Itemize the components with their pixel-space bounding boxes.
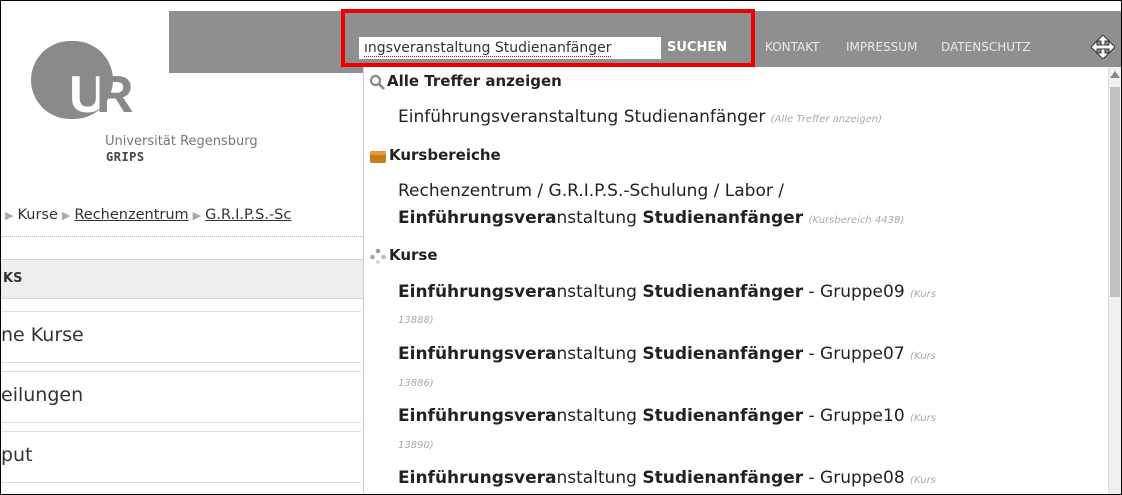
section-courses: Kurse	[369, 246, 438, 264]
result-note-cont: 13886)	[398, 378, 434, 389]
course-icon	[370, 248, 386, 264]
breadcrumb-item-grips[interactable]: G.R.I.P.S.-Sc	[205, 207, 291, 223]
nav-item-label: eilungen	[1, 384, 84, 406]
breadcrumb-item-rechenzentrum[interactable]: Rechenzentrum	[74, 207, 188, 223]
folder-icon	[370, 150, 386, 163]
category-path[interactable]: Rechenzentrum / G.R.I.P.S.-Schulung / La…	[398, 181, 784, 201]
section-title: Kursbereiche	[389, 146, 501, 164]
breadcrumb-divider	[1, 236, 367, 237]
section-categories: Kursbereiche	[369, 146, 501, 164]
breadcrumb-separator: ▶	[192, 209, 202, 222]
result-note: (Kurs	[910, 475, 936, 486]
page-frame: U R Universität Regensburg GRIPS ▶ Kurse ▶…	[0, 0, 1122, 495]
result-suffix: - Gruppe09	[803, 282, 911, 302]
topnav-link-impressum[interactable]: IMPRESSUM	[846, 40, 917, 54]
result-text: nstaltung	[556, 406, 643, 426]
breadcrumb-separator: ▶	[5, 209, 14, 222]
result-suffix: - Gruppe07	[803, 344, 911, 364]
nav-item-announcements[interactable]: eilungen	[1, 371, 361, 423]
product-name: GRIPS	[106, 150, 145, 164]
result-course[interactable]: Einführungsveranstaltung Studienanfänger…	[398, 406, 936, 426]
result-match: Studienanfänger	[642, 344, 804, 364]
breadcrumb-item-kurse[interactable]: Kurse	[17, 207, 57, 223]
result-match: Studienanfänger	[642, 406, 804, 426]
result-category[interactable]: Einführungsveranstaltung Studienanfänger…	[398, 208, 904, 228]
result-note: (Kurs	[910, 351, 936, 362]
scrollbar-thumb[interactable]	[1110, 87, 1120, 297]
result-course[interactable]: Einführungsveranstaltung Studienanfänger…	[398, 468, 936, 488]
result-note-cont: 13890)	[398, 440, 434, 451]
breadcrumb-separator: ▶	[61, 209, 71, 222]
resize-arrows-icon[interactable]	[1091, 35, 1115, 59]
section-title: Alle Treffer anzeigen	[387, 72, 562, 90]
breadcrumb: ▶ Kurse ▶ Rechenzentrum ▶ G.R.I.P.S.-Sc	[1, 199, 367, 231]
result-note-cont: 13888)	[398, 315, 434, 326]
nav-item-label: put	[1, 444, 33, 466]
result-all-results[interactable]: Einführungsveranstaltung Studienanfänger…	[398, 107, 882, 127]
university-name: Universität Regensburg	[105, 134, 258, 149]
result-match: Studienanfänger	[642, 208, 804, 228]
logo-letter-r: R	[96, 66, 134, 124]
scroll-up-icon[interactable]	[1110, 71, 1120, 78]
result-text: nstaltung	[556, 282, 643, 302]
result-match: Einführungsvera	[398, 406, 557, 426]
result-note: (Kurs	[910, 289, 936, 300]
result-note: (Kursbereich 4438)	[808, 215, 905, 226]
result-text: nstaltung	[556, 208, 643, 228]
nav-item-logout[interactable]: put	[1, 431, 361, 483]
result-match: Studienanfänger	[642, 468, 804, 488]
section-all-results[interactable]: Alle Treffer anzeigen	[369, 72, 562, 90]
result-text: nstaltung	[556, 468, 643, 488]
result-note: (Kurs	[910, 413, 936, 424]
search-icon	[369, 74, 385, 90]
result-text: Einführungsveranstaltung Studienanfänger	[398, 107, 766, 127]
result-match: Einführungsvera	[398, 208, 557, 228]
result-text: nstaltung	[556, 344, 643, 364]
result-suffix: - Gruppe10	[803, 406, 911, 426]
result-course[interactable]: Einführungsveranstaltung Studienanfänger…	[398, 282, 936, 302]
nav-block-header[interactable]: KS	[1, 259, 363, 299]
result-match: Einführungsvera	[398, 468, 557, 488]
nav-item-label: ne Kurse	[1, 324, 84, 346]
result-match: Studienanfänger	[642, 282, 804, 302]
result-match: Einführungsvera	[398, 282, 557, 302]
result-course[interactable]: Einführungsveranstaltung Studienanfänger…	[398, 344, 936, 364]
highlight-box	[341, 9, 755, 67]
topnav-link-datenschutz[interactable]: DATENSCHUTZ	[941, 40, 1031, 54]
result-suffix: - Gruppe08	[803, 468, 911, 488]
result-match: Einführungsvera	[398, 344, 557, 364]
search-results-dropdown	[363, 67, 1121, 494]
topnav-link-kontakt[interactable]: KONTAKT	[765, 40, 820, 54]
result-note: (Alle Treffer anzeigen)	[770, 114, 883, 125]
section-title: Kurse	[389, 246, 438, 264]
nav-item-courses[interactable]: ne Kurse	[1, 311, 361, 363]
